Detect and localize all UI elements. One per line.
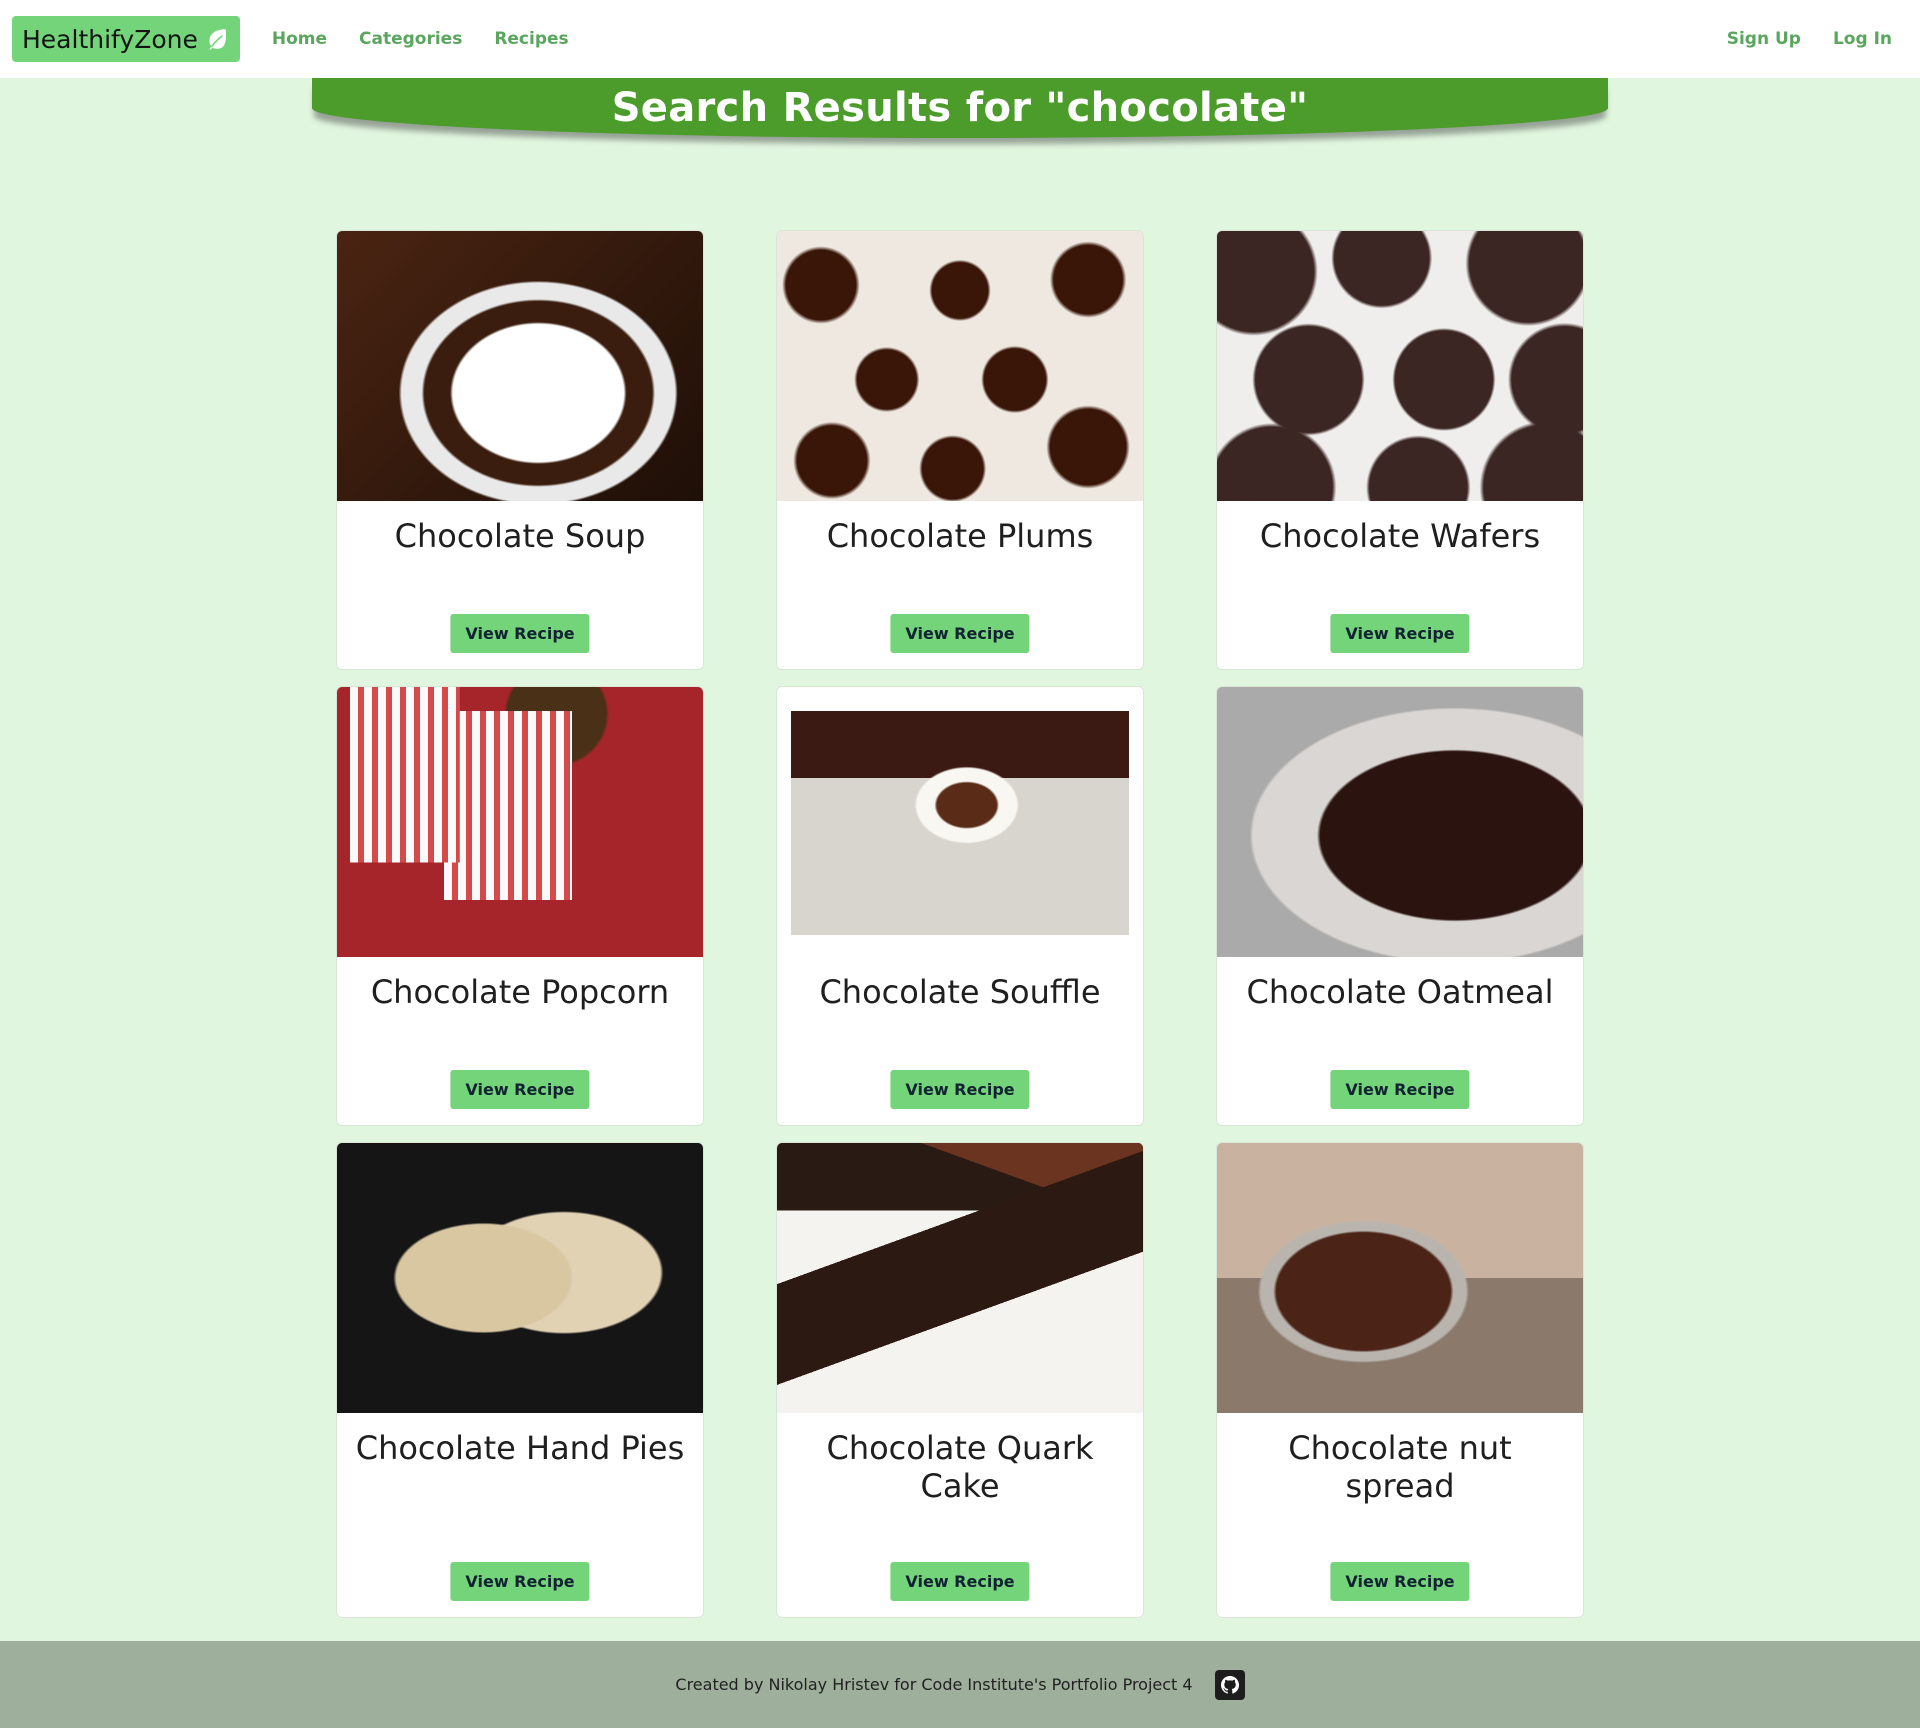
- view-recipe-button[interactable]: View Recipe: [1330, 614, 1470, 653]
- recipe-card: Chocolate Hand Pies View Recipe: [336, 1142, 704, 1618]
- main-nav: Home Categories Recipes: [272, 29, 569, 49]
- recipe-image: [337, 231, 703, 501]
- navbar: HealthifyZone Home Categories Recipes Si…: [0, 0, 1920, 78]
- view-recipe-button[interactable]: View Recipe: [890, 614, 1030, 653]
- recipe-title: Chocolate Wafers: [1259, 517, 1541, 555]
- recipe-card: Chocolate Plums View Recipe: [776, 230, 1144, 670]
- view-recipe-button[interactable]: View Recipe: [890, 1562, 1030, 1601]
- github-icon: [1220, 1675, 1239, 1694]
- view-recipe-button[interactable]: View Recipe: [450, 614, 590, 653]
- page-title: Search Results for "chocolate": [611, 85, 1309, 131]
- recipe-image: [337, 687, 703, 957]
- nav-home-link[interactable]: Home: [272, 29, 327, 49]
- recipe-image: [337, 1143, 703, 1413]
- github-link[interactable]: [1214, 1669, 1245, 1700]
- log-in-link[interactable]: Log In: [1833, 29, 1892, 49]
- recipe-image: [1217, 687, 1583, 957]
- brand-name: HealthifyZone: [22, 24, 198, 54]
- view-recipe-button[interactable]: View Recipe: [1330, 1070, 1470, 1109]
- recipe-image: [777, 1143, 1143, 1413]
- brand-logo-link[interactable]: HealthifyZone: [12, 16, 240, 62]
- recipe-image: [777, 231, 1143, 501]
- recipe-card: Chocolate nut spread View Recipe: [1216, 1142, 1584, 1618]
- search-results-banner: Search Results for "chocolate": [312, 78, 1608, 138]
- view-recipe-button[interactable]: View Recipe: [450, 1070, 590, 1109]
- recipe-title: Chocolate Hand Pies: [355, 1429, 685, 1467]
- footer-credit-text: Created by Nikolay Hristev for Code Inst…: [675, 1675, 1193, 1694]
- recipe-title: Chocolate Plums: [826, 517, 1094, 555]
- recipe-card: Chocolate Wafers View Recipe: [1216, 230, 1584, 670]
- nav-categories-link[interactable]: Categories: [359, 29, 462, 49]
- recipe-title: Chocolate Soup: [394, 517, 646, 555]
- recipe-card: Chocolate Quark Cake View Recipe: [776, 1142, 1144, 1618]
- recipe-title: Chocolate nut spread: [1288, 1429, 1512, 1505]
- recipe-card: Chocolate Popcorn View Recipe: [336, 686, 704, 1126]
- recipe-image: [1217, 231, 1583, 501]
- view-recipe-button[interactable]: View Recipe: [1330, 1562, 1470, 1601]
- recipe-title: Chocolate Popcorn: [370, 973, 670, 1011]
- auth-nav: Sign Up Log In: [1727, 29, 1892, 49]
- recipe-image: [1217, 1143, 1583, 1413]
- leaf-icon: [209, 29, 226, 50]
- recipe-card: Chocolate Oatmeal View Recipe: [1216, 686, 1584, 1126]
- nav-recipes-link[interactable]: Recipes: [494, 29, 568, 49]
- recipe-title: Chocolate Oatmeal: [1246, 973, 1554, 1011]
- view-recipe-button[interactable]: View Recipe: [450, 1562, 590, 1601]
- recipe-card: Chocolate Souffle View Recipe: [776, 686, 1144, 1126]
- recipe-title: Chocolate Souffle: [819, 973, 1101, 1011]
- recipe-image: [777, 687, 1143, 957]
- recipe-title: Chocolate Quark Cake: [826, 1429, 1094, 1505]
- footer: Created by Nikolay Hristev for Code Inst…: [0, 1641, 1920, 1728]
- recipe-card: Chocolate Soup View Recipe: [336, 230, 704, 670]
- view-recipe-button[interactable]: View Recipe: [890, 1070, 1030, 1109]
- sign-up-link[interactable]: Sign Up: [1727, 29, 1801, 49]
